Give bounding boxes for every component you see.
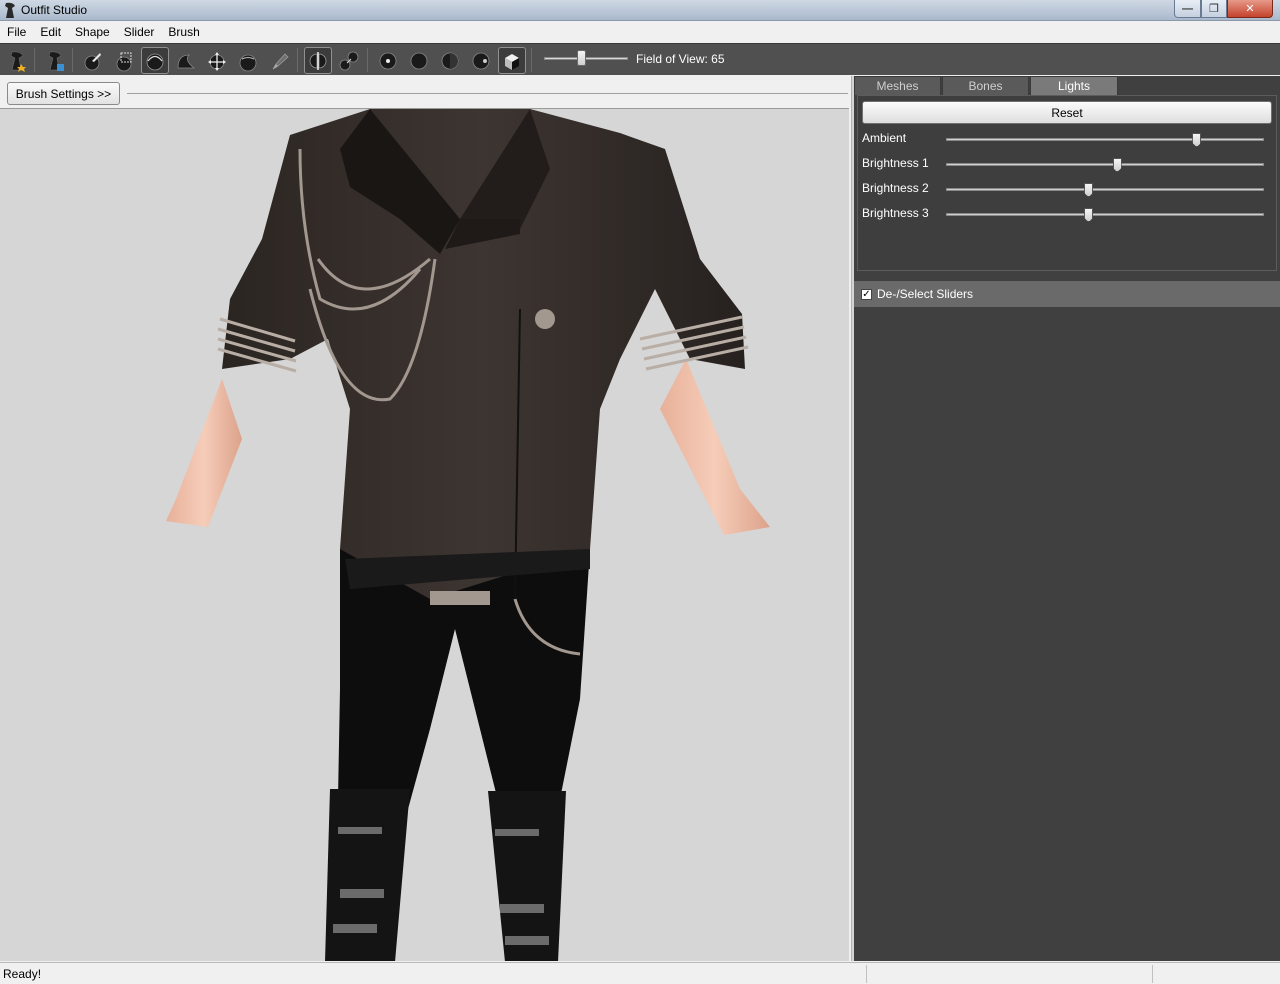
mask-brush-button[interactable]: [78, 47, 106, 74]
panel-gap: [854, 272, 1280, 280]
sliders-list: [854, 307, 1280, 961]
status-divider: [866, 965, 867, 983]
maximize-button[interactable]: ❐: [1201, 0, 1227, 18]
ambient-slider-track[interactable]: [946, 138, 1264, 141]
fov-slider-track[interactable]: [544, 57, 628, 60]
tab-lights[interactable]: Lights: [1030, 76, 1118, 95]
outfit-model: [166, 109, 770, 961]
transform-outfit-icon: [48, 51, 64, 71]
inflate-brush-button[interactable]: [141, 47, 169, 74]
tab-bones[interactable]: Bones: [942, 76, 1029, 95]
menu-shape[interactable]: Shape: [68, 25, 117, 39]
lighting-icon: [441, 52, 459, 69]
transform-tool-button[interactable]: [41, 47, 69, 74]
brightness-2-label: Brightness 2: [862, 181, 929, 195]
smooth-brush-icon: [239, 54, 257, 71]
menu-bar: File Edit Shape Slider Brush: [0, 22, 1280, 42]
points-icon: [379, 52, 397, 69]
status-text: Ready!: [3, 967, 42, 981]
brightness-1-slider-track[interactable]: [946, 163, 1264, 166]
ambient-label: Ambient: [862, 131, 907, 145]
restore-icon: ❐: [1209, 3, 1219, 15]
brightness-3-slider-track[interactable]: [946, 213, 1264, 216]
status-divider: [1152, 965, 1153, 983]
select-outfit-icon: [10, 51, 26, 72]
brightness-2-slider-track[interactable]: [946, 188, 1264, 191]
title-bar: Outfit Studio — ❐ ✕: [0, 0, 1280, 21]
select-sliders-checkbox[interactable]: ✓: [861, 288, 872, 300]
brightness-3-label: Brightness 3: [862, 206, 929, 220]
connected-only-button[interactable]: [335, 47, 363, 74]
weight-brush-button[interactable]: [266, 47, 294, 74]
brightness-1-label: Brightness 1: [862, 156, 929, 170]
sliders-header: ✓ De-/Select Sliders: [854, 281, 1280, 307]
fov-slider-thumb[interactable]: [577, 50, 586, 66]
select-box-icon: [116, 52, 132, 71]
toggle-lighting-button[interactable]: [436, 47, 464, 74]
reset-lights-button[interactable]: Reset: [862, 101, 1272, 124]
menu-slider[interactable]: Slider: [117, 25, 162, 39]
status-bar: Ready!: [0, 962, 1280, 984]
mask-brush-icon: [84, 52, 101, 70]
inflate-brush-icon: [146, 53, 164, 70]
tab-meshes[interactable]: Meshes: [854, 76, 941, 95]
toggle-textures-button[interactable]: [467, 47, 495, 74]
toggle-mesh-button[interactable]: [498, 47, 526, 74]
deflate-brush-icon: [177, 54, 196, 68]
close-icon: ✕: [1245, 3, 1255, 15]
mirror-icon: [309, 51, 327, 70]
cube-icon: [505, 53, 519, 70]
x-mirror-button[interactable]: [304, 47, 332, 74]
menu-brush[interactable]: Brush: [161, 25, 206, 39]
connected-icon: [339, 51, 359, 70]
menu-edit[interactable]: Edit: [33, 25, 68, 39]
move-brush-icon: [208, 51, 226, 71]
3d-viewport[interactable]: [0, 108, 849, 961]
select-box-button[interactable]: [110, 47, 138, 74]
wireframe-icon: [410, 52, 428, 69]
move-brush-button[interactable]: [203, 47, 231, 74]
select-sliders-label: De-/Select Sliders: [877, 287, 974, 301]
close-button[interactable]: ✕: [1227, 0, 1273, 18]
brush-settings-button[interactable]: Brush Settings >>: [7, 82, 120, 105]
menu-file[interactable]: File: [0, 25, 33, 39]
smooth-brush-button[interactable]: [234, 47, 262, 74]
minimize-icon: —: [1182, 2, 1193, 15]
minimize-button[interactable]: —: [1174, 0, 1201, 18]
brush-settings-divider: [127, 93, 848, 94]
textures-icon: [472, 52, 490, 69]
show-points-button[interactable]: [374, 47, 402, 74]
weight-paint-icon: [272, 52, 289, 69]
fov-label: Field of View: 65: [636, 52, 725, 66]
show-wireframe-button[interactable]: [405, 47, 433, 74]
deflate-brush-button[interactable]: [172, 47, 200, 74]
select-tool-button[interactable]: [3, 47, 31, 74]
app-icon: [5, 2, 15, 18]
window-title: Outfit Studio: [21, 3, 88, 17]
